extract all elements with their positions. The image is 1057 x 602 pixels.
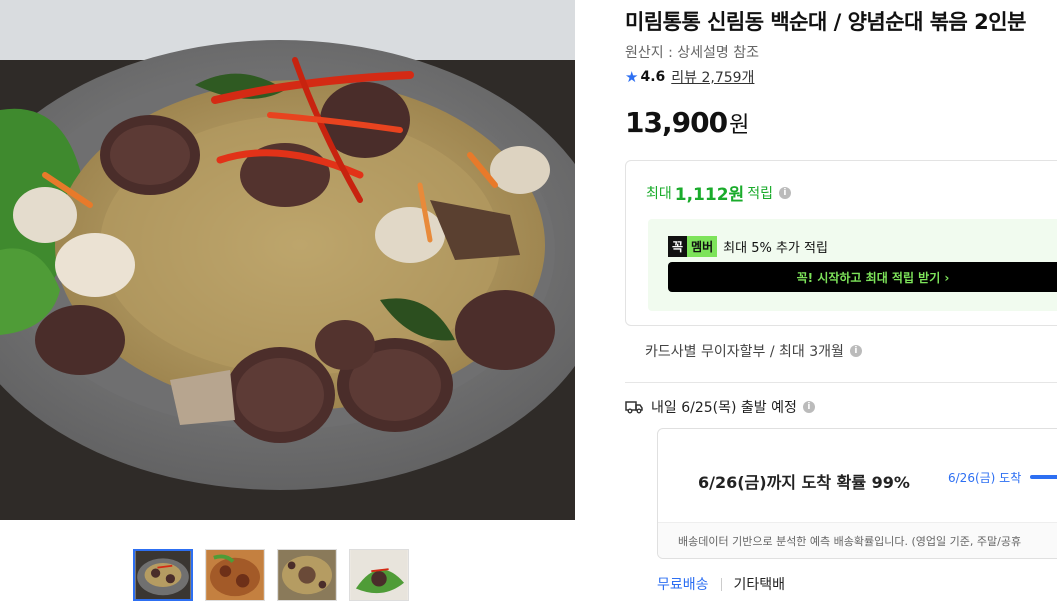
reward-box: 최대 1,112원 적립 i 꼭 멤버 최대 5% 추가 적립 꼭! 시작하고 최…: [625, 160, 1057, 326]
shipping-departure: 내일 6/25(목) 출발 예정 i: [625, 397, 815, 417]
thumbnail-2[interactable]: [205, 549, 265, 601]
reward-max-prefix: 최대: [646, 185, 672, 202]
installment-text: 카드사별 무이자할부 / 최대 3개월: [645, 344, 844, 360]
thumbnail-4[interactable]: [349, 549, 409, 601]
arrival-probability: 6/26(금)까지 도착 확률 99%: [698, 473, 910, 492]
arrival-date-label: 6/26(금) 도착: [948, 471, 1022, 485]
departure-text: 내일 6/25(목) 출발 예정: [651, 400, 797, 416]
review-count-link[interactable]: 리뷰 2,759개: [671, 67, 754, 87]
shipping-options: 무료배송 기타택배: [657, 574, 785, 594]
membership-line: 꼭 멤버 최대 5% 추가 적립: [668, 236, 828, 257]
installment-info: 카드사별 무이자할부 / 최대 3개월 i: [645, 341, 862, 361]
membership-cta-button[interactable]: 꼭! 시작하고 최대 적립 받기 ›: [668, 262, 1057, 292]
arrival-probability-bar: [1030, 475, 1057, 479]
price-unit: 원: [729, 113, 749, 138]
thumbnail-1[interactable]: [133, 549, 193, 601]
reward-max-suffix: 적립: [747, 185, 773, 202]
rating-row: ★ 4.6 리뷰 2,759개: [625, 67, 754, 87]
reward-max-amount: 1,112원: [674, 185, 745, 205]
delivery-note: 배송데이터 기반으로 분석한 예측 배송확률입니다. (영업일 기준, 주말/공…: [658, 522, 1057, 558]
product-main-image: [0, 0, 575, 520]
info-icon[interactable]: i: [778, 186, 791, 199]
info-icon[interactable]: i: [849, 345, 862, 357]
membership-text: 최대 5% 추가 적립: [723, 241, 828, 256]
other-courier-label[interactable]: 기타택배: [734, 574, 786, 594]
truck-icon: [625, 401, 643, 414]
product-origin: 원산지 : 상세설명 참조: [625, 45, 759, 61]
product-title: 미림통통 신림동 백순대 / 양념순대 볶음 2인분: [625, 10, 1026, 34]
thumbnail-3[interactable]: [277, 549, 337, 601]
membership-box: 꼭 멤버 최대 5% 추가 적립 꼭! 시작하고 최대 적립 받기 ›: [648, 219, 1057, 311]
info-icon[interactable]: i: [802, 401, 815, 413]
price-amount: 13,900: [625, 106, 728, 139]
thumbnail-strip: [133, 549, 409, 601]
star-icon: ★: [625, 68, 639, 86]
badge-k: 꼭: [668, 236, 688, 257]
badge-member: 멤버: [687, 236, 718, 257]
reward-max: 최대 1,112원 적립 i: [646, 180, 791, 205]
separator: [720, 577, 722, 591]
food-photo: [0, 0, 575, 520]
membership-badge: 꼭 멤버: [668, 236, 718, 257]
rating-score: 4.6: [640, 69, 666, 85]
free-shipping-label[interactable]: 무료배송: [657, 574, 709, 594]
delivery-prediction-box: 6/26(금)까지 도착 확률 99% 6/26(금) 도착 배송데이터 기반으…: [657, 428, 1057, 559]
divider: [625, 382, 1057, 383]
price: 13,900원: [625, 106, 749, 139]
